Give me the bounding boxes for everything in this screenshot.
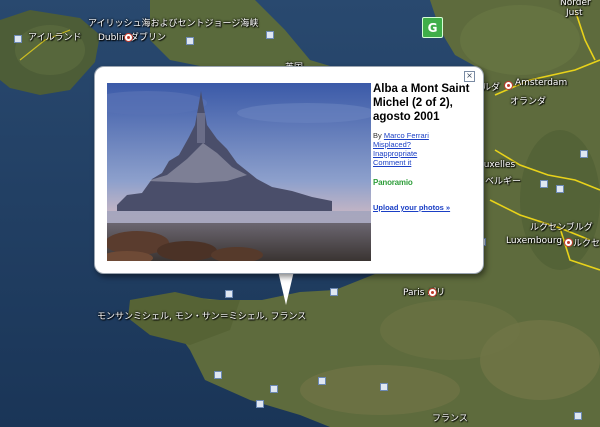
author-line: By Marco Ferrari xyxy=(373,131,477,140)
netherlands-partial-label: ルダ xyxy=(482,83,501,93)
luxembourg-pin-icon[interactable] xyxy=(564,238,573,247)
photo-info-panel: Alba a Mont Saint Michel (2 of 2), agost… xyxy=(373,82,477,214)
mont-saint-michel-photo xyxy=(107,83,371,261)
photo-marker[interactable] xyxy=(540,180,548,188)
mont-st-michel-label[interactable]: モンサンミシェル, モン・サン＝ミシェル, フランス xyxy=(97,309,306,322)
photo-marker[interactable] xyxy=(380,383,388,391)
photo-marker[interactable] xyxy=(266,31,274,39)
luxembourg-jp-label: ルクセンブルグ xyxy=(530,223,593,233)
bruxelles-label[interactable]: ruxelles xyxy=(480,160,515,170)
photo-marker[interactable] xyxy=(256,400,264,408)
photo-marker[interactable] xyxy=(556,185,564,193)
photo-marker[interactable] xyxy=(270,385,278,393)
belgium-label: ベルギー xyxy=(485,177,522,187)
photo-marker[interactable] xyxy=(214,371,222,379)
photo-marker[interactable] xyxy=(574,412,582,420)
photo-marker[interactable] xyxy=(14,35,22,43)
photo-marker[interactable] xyxy=(225,290,233,298)
photo-marker[interactable] xyxy=(186,37,194,45)
panoramio-logo[interactable]: Panoramio xyxy=(373,178,477,187)
north-sea-label-2: Just xyxy=(566,8,583,18)
amsterdam-label[interactable]: Amsterdam xyxy=(515,78,567,88)
info-balloon: × Alba a Mont Saint Michel (2 of 2), ago… xyxy=(94,66,484,274)
paris-label[interactable]: Paris パリ xyxy=(403,285,445,298)
photo-title: Alba a Mont Saint Michel (2 of 2), agost… xyxy=(373,83,470,123)
dublin-pin-icon[interactable] xyxy=(124,33,133,42)
by-label: By xyxy=(373,131,382,140)
france-label: フランス xyxy=(432,414,468,424)
netherlands-label: オランダ xyxy=(510,97,547,107)
amsterdam-pin-icon[interactable] xyxy=(504,81,513,90)
photo-marker[interactable] xyxy=(318,377,326,385)
misplaced-link[interactable]: Misplaced? xyxy=(373,140,411,149)
photo-marker[interactable] xyxy=(330,288,338,296)
close-icon[interactable]: × xyxy=(464,71,475,82)
panoramio-g-icon[interactable]: G xyxy=(422,17,443,38)
author-link[interactable]: Marco Ferrari xyxy=(384,131,429,140)
photo-thumbnail[interactable] xyxy=(107,83,371,261)
ireland-label: アイルランド xyxy=(28,33,82,43)
inappropriate-link[interactable]: Inappropriate xyxy=(373,149,417,158)
north-sea-label: Norder xyxy=(560,0,591,8)
paris-pin-icon[interactable] xyxy=(428,288,437,297)
irish-sea-label: アイリッシュ海およびセントジョージ海峡 xyxy=(88,19,259,29)
balloon-tail xyxy=(278,271,294,305)
comment-link[interactable]: Comment it xyxy=(373,158,411,167)
photo-marker[interactable] xyxy=(580,150,588,158)
luxembourg-jp2-label: ルクセ xyxy=(573,239,600,249)
upload-photos-link[interactable]: Upload your photos » xyxy=(373,203,450,212)
luxembourg-label[interactable]: Luxembourg xyxy=(506,236,562,246)
